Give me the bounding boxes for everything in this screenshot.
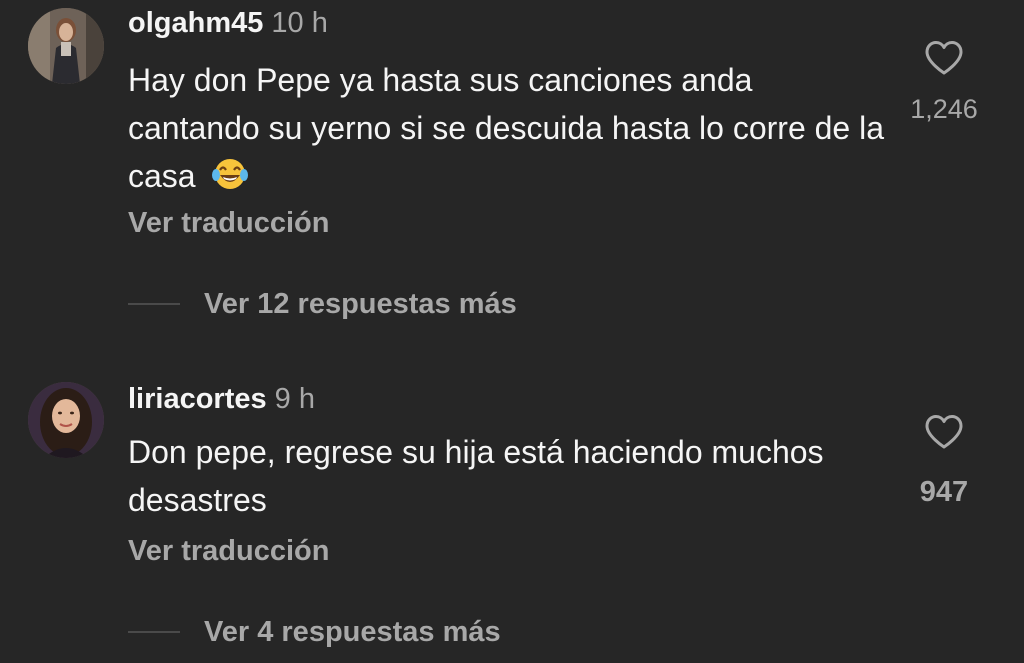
avatar[interactable] xyxy=(28,382,104,458)
like-count: 947 xyxy=(919,476,969,508)
comment-text: Don pepe, regrese su hija está haciendo … xyxy=(128,428,828,524)
comment-header: olgahm45 10 h xyxy=(128,6,328,40)
comment-text: Hay don Pepe ya hasta sus canciones anda… xyxy=(128,56,888,200)
like-count: 1,246 xyxy=(910,94,978,124)
view-replies-label: Ver 4 respuestas más xyxy=(204,615,501,648)
face-with-tears-of-joy-icon xyxy=(212,159,249,189)
heart-outline-icon[interactable] xyxy=(924,414,964,450)
view-replies-button[interactable]: Ver 4 respuestas más xyxy=(128,615,501,649)
view-replies-button[interactable]: Ver 12 respuestas más xyxy=(128,287,517,321)
see-translation-link[interactable]: Ver traducción xyxy=(128,535,329,568)
view-replies-label: Ver 12 respuestas más xyxy=(204,287,517,320)
heart-outline-icon[interactable] xyxy=(924,40,964,76)
avatar-image xyxy=(28,382,104,458)
comments-panel: olgahm45 10 h Hay don Pepe ya hasta sus c… xyxy=(0,0,1024,663)
timestamp: 10 h xyxy=(271,7,328,39)
avatar[interactable] xyxy=(28,8,104,84)
comment-body: Don pepe, regrese su hija está haciendo … xyxy=(128,434,824,518)
replies-divider xyxy=(128,631,180,633)
replies-divider xyxy=(128,303,180,305)
like-column: 1,246 xyxy=(894,40,994,125)
see-translation-link[interactable]: Ver traducción xyxy=(128,207,329,240)
avatar-image xyxy=(28,8,104,84)
username[interactable]: liriacortes xyxy=(128,383,267,415)
comment-header: liriacortes 9 h xyxy=(128,382,315,416)
timestamp: 9 h xyxy=(274,383,315,415)
like-column: 947 xyxy=(894,414,994,509)
username[interactable]: olgahm45 xyxy=(128,7,263,39)
